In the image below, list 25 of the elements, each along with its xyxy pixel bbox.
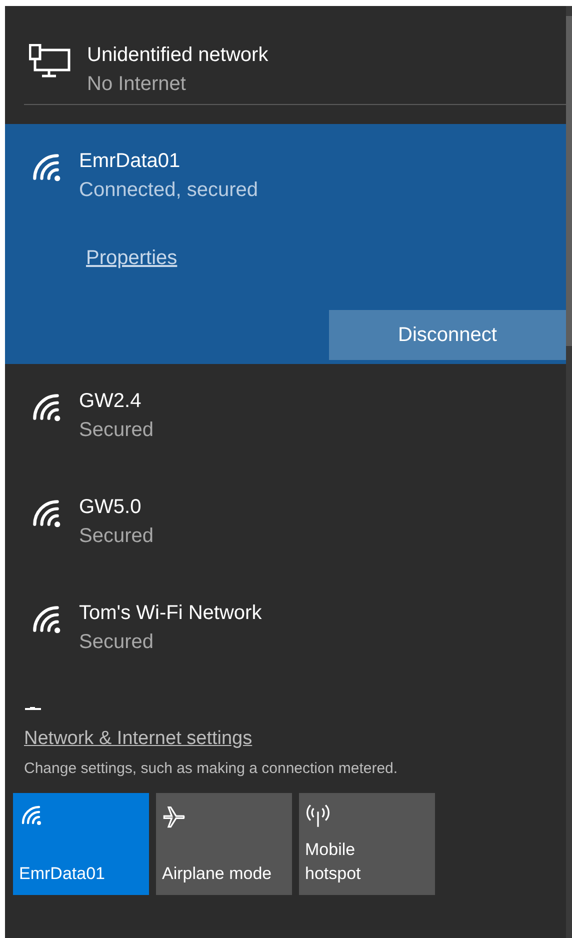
network-name: Unidentified network <box>87 44 268 67</box>
network-item[interactable]: EmrData01 Connected, secured Properties Disconnect <box>5 124 566 364</box>
computer-network-icon <box>29 44 71 78</box>
network-item[interactable]: GW5.0 Secured <box>5 470 566 576</box>
quick-action-tile[interactable]: Airplane mode <box>156 793 292 895</box>
disconnect-button[interactable]: Disconnect <box>329 310 566 360</box>
scrollbar[interactable] <box>566 6 572 938</box>
network-name: EmrData01 <box>79 150 182 173</box>
quick-action-tile[interactable]: Mobile hotspot <box>299 793 435 895</box>
quick-action-tile[interactable]: EmrData01 <box>13 793 149 895</box>
antenna-icon <box>305 803 331 829</box>
network-status: Secured <box>79 525 154 548</box>
network-name: Tom's Wi-Fi Network <box>79 602 262 625</box>
network-status: Secured <box>79 419 154 442</box>
network-status: Secured <box>79 631 154 654</box>
network-status: No Internet <box>87 73 187 96</box>
network-status: Connected, secured <box>79 179 258 202</box>
settings-link[interactable]: Network & Internet settings <box>24 728 252 750</box>
network-name: GW2.4 <box>79 390 142 413</box>
settings-description: Change settings, such as making a connection metered. <box>24 760 399 777</box>
network-item[interactable]: Tom's Wi-Fi Network Secured <box>5 576 566 682</box>
network-name: GW5.0 <box>79 496 142 519</box>
properties-link[interactable]: Properties <box>86 247 178 270</box>
network-item[interactable]: Unidentified network No Internet <box>5 6 566 94</box>
network-item[interactable]: GW2.4 Secured <box>5 364 566 470</box>
